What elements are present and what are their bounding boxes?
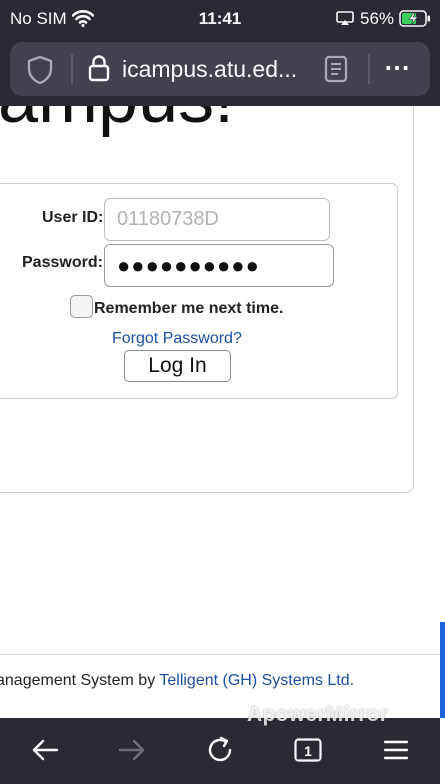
url-bar[interactable]: icampus.atu.ed... ⋯: [10, 42, 430, 96]
url-bar-separator: [368, 54, 370, 84]
lock-icon[interactable]: [88, 54, 110, 87]
tab-count: 1: [304, 743, 312, 759]
log-in-button[interactable]: Log In: [124, 350, 231, 382]
footer-prefix: anagement System by: [0, 672, 160, 689]
reader-mode-icon[interactable]: [324, 55, 348, 88]
password-label: Password:: [22, 254, 103, 271]
remember-me-checkbox[interactable]: [70, 295, 93, 318]
shield-icon[interactable]: [26, 55, 54, 90]
more-icon[interactable]: ⋯: [384, 52, 411, 83]
page-content: ampus! User ID: 01180738D Password: ●●●●…: [0, 106, 440, 718]
status-bar: No SIM 11:41 56%: [0, 0, 440, 36]
page-heading: ampus!: [0, 106, 234, 134]
footer-text: anagement System by Telligent (GH) Syste…: [0, 672, 354, 690]
url-bar-separator: [71, 54, 73, 84]
remember-me-label[interactable]: Remember me next time.: [94, 300, 283, 318]
footer-divider: [0, 654, 440, 655]
reload-icon[interactable]: [205, 733, 235, 772]
user-id-input[interactable]: 01180738D: [104, 198, 330, 241]
browser-top-bar: No SIM 11:41 56% icampus.atu.ed... ⋯: [0, 0, 440, 106]
browser-bottom-toolbar: 1: [0, 718, 440, 784]
scroll-indicator[interactable]: [440, 622, 445, 718]
watermark: ApowerMirror: [247, 703, 389, 726]
battery-percent: 56%: [360, 9, 395, 28]
battery-charging-icon: [399, 10, 431, 32]
menu-icon[interactable]: [381, 733, 411, 772]
back-arrow-icon[interactable]: [30, 733, 60, 772]
screen-mirroring-icon: [336, 11, 354, 31]
forgot-password-link[interactable]: Forgot Password?: [112, 330, 242, 348]
url-text[interactable]: icampus.atu.ed...: [122, 56, 297, 83]
password-input[interactable]: ●●●●●●●●●●: [104, 244, 334, 287]
company-link[interactable]: Telligent (GH) Systems Ltd.: [159, 672, 354, 689]
user-id-label: User ID:: [42, 209, 104, 226]
tabs-icon[interactable]: 1: [293, 733, 323, 772]
forward-arrow-icon[interactable]: [117, 733, 147, 772]
